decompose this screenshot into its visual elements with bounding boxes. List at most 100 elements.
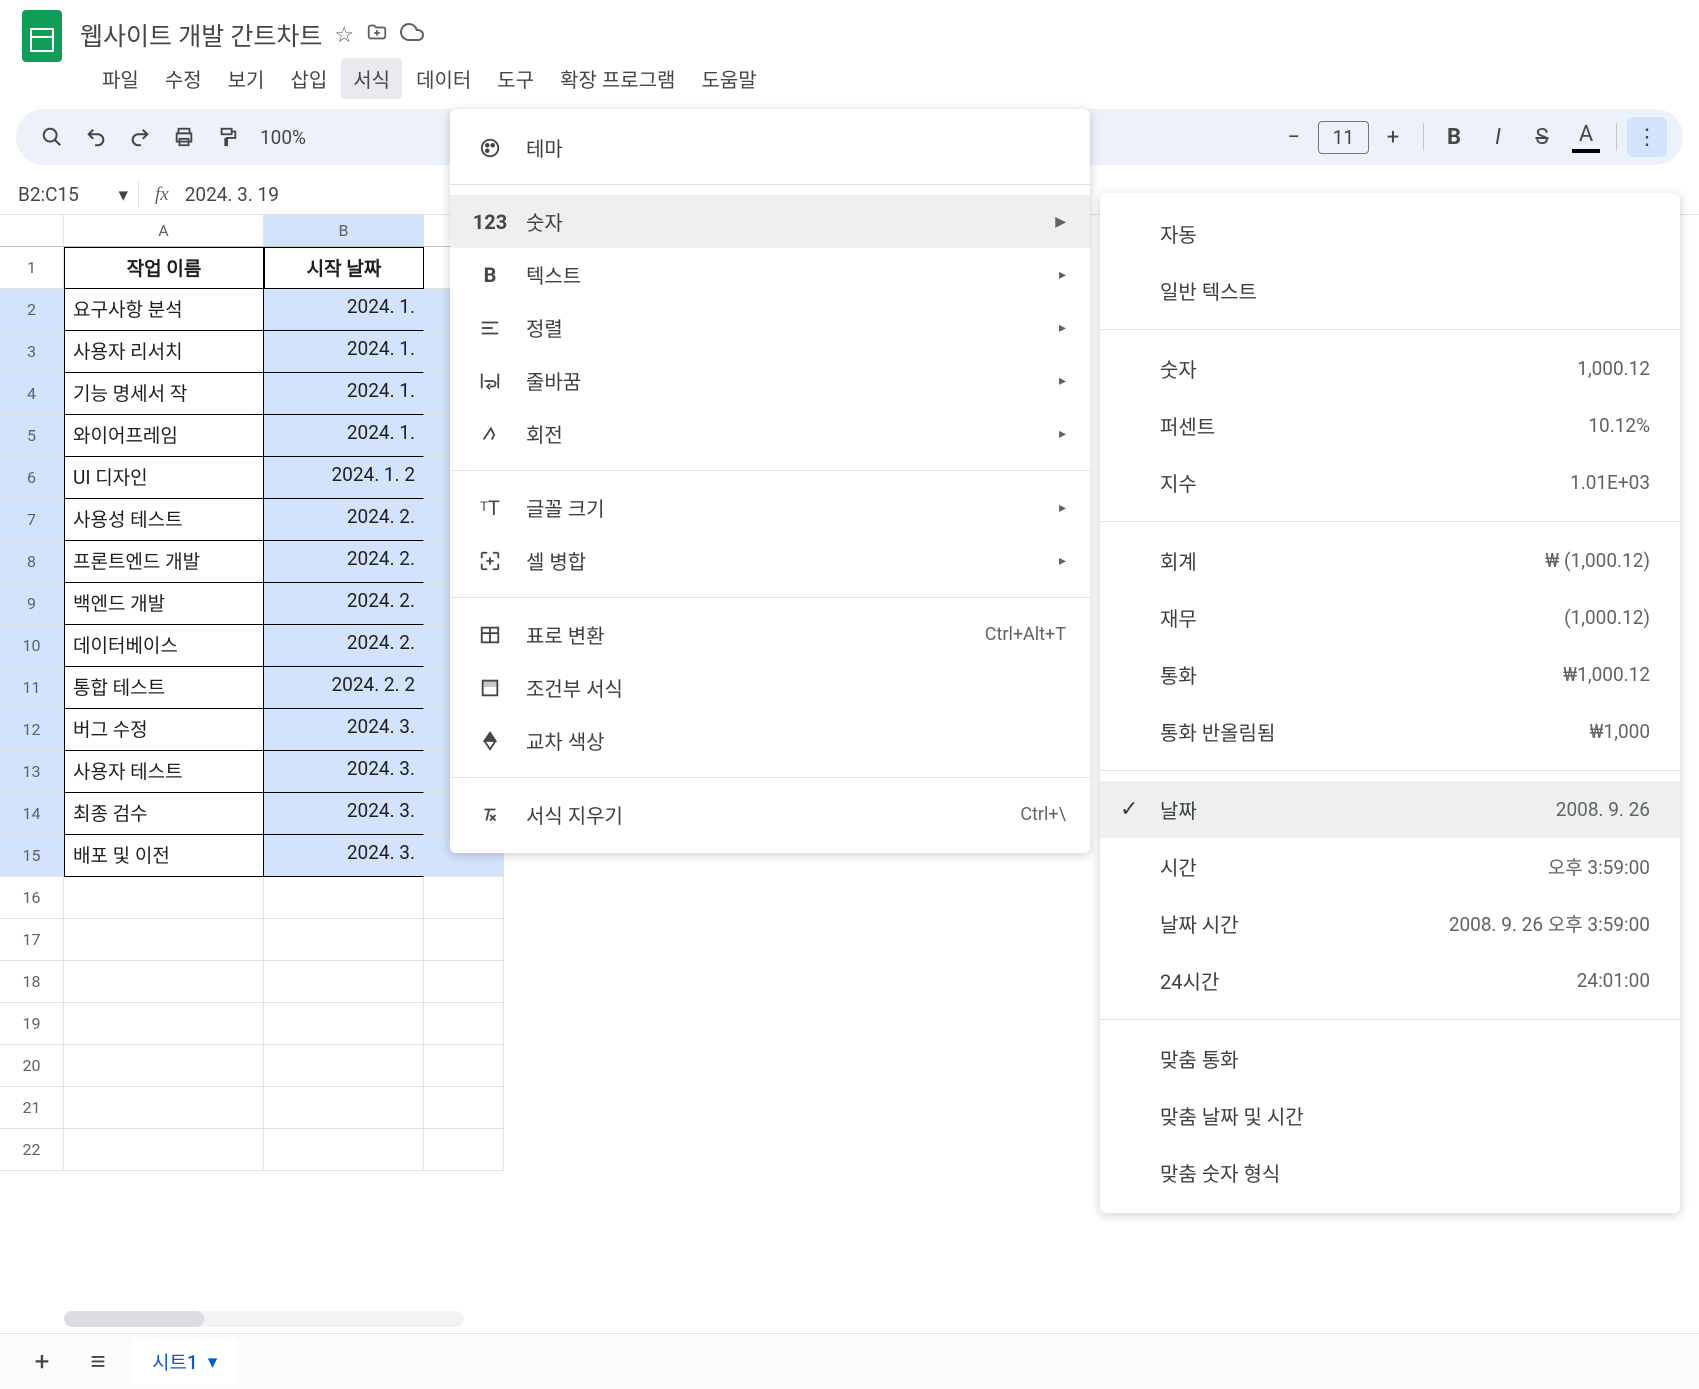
column-header-a[interactable]: A bbox=[64, 215, 264, 247]
row-header[interactable]: 2 bbox=[0, 289, 64, 331]
cell[interactable]: 2024. 3. bbox=[264, 751, 424, 793]
cell[interactable]: 버그 수정 bbox=[64, 709, 264, 751]
undo-icon[interactable] bbox=[76, 117, 116, 157]
format-clear[interactable]: 서식 지우기 Ctrl+\ bbox=[450, 788, 1090, 841]
number-plain[interactable]: 일반 텍스트 bbox=[1100, 262, 1680, 319]
formula-input[interactable]: 2024. 3. 19 bbox=[185, 183, 279, 206]
cell[interactable]: 데이터베이스 bbox=[64, 625, 264, 667]
menu-edit[interactable]: 수정 bbox=[153, 58, 214, 99]
cell[interactable]: 2024. 2. 2 bbox=[264, 667, 424, 709]
row-header[interactable]: 10 bbox=[0, 625, 64, 667]
cell[interactable] bbox=[264, 877, 424, 919]
horizontal-scrollbar[interactable] bbox=[64, 1311, 464, 1327]
chevron-down-icon[interactable]: ▾ bbox=[208, 1350, 218, 1373]
menu-extensions[interactable]: 확장 프로그램 bbox=[548, 58, 687, 99]
format-conditional[interactable]: 조건부 서식 bbox=[450, 661, 1090, 714]
cell[interactable]: 작업 이름 bbox=[64, 247, 264, 289]
cloud-status-icon[interactable] bbox=[400, 20, 424, 50]
font-size-input[interactable]: 11 bbox=[1318, 121, 1369, 154]
cell[interactable] bbox=[64, 961, 264, 1003]
cell[interactable]: 2024. 1. bbox=[264, 289, 424, 331]
cell[interactable] bbox=[64, 1045, 264, 1087]
cell[interactable] bbox=[264, 1045, 424, 1087]
number-currency-rounded[interactable]: 통화 반올림됨₩1,000 bbox=[1100, 703, 1680, 760]
cell[interactable] bbox=[64, 1087, 264, 1129]
cell[interactable]: 요구사항 분석 bbox=[64, 289, 264, 331]
cell[interactable]: 2024. 2. bbox=[264, 583, 424, 625]
number-currency[interactable]: 통화₩1,000.12 bbox=[1100, 646, 1680, 703]
number-custom-currency[interactable]: 맞춤 통화 bbox=[1100, 1030, 1680, 1087]
cell[interactable]: 최종 검수 bbox=[64, 793, 264, 835]
row-header[interactable]: 6 bbox=[0, 457, 64, 499]
row-header[interactable]: 22 bbox=[0, 1129, 64, 1171]
format-text[interactable]: B 텍스트 ▸ bbox=[450, 248, 1090, 301]
cell[interactable]: 2024. 3. bbox=[264, 835, 424, 877]
cell[interactable] bbox=[424, 1129, 504, 1171]
format-theme[interactable]: 테마 bbox=[450, 121, 1090, 174]
document-title[interactable]: 웹사이트 개발 간트차트 bbox=[80, 17, 322, 53]
row-header[interactable]: 21 bbox=[0, 1087, 64, 1129]
row-header[interactable]: 16 bbox=[0, 877, 64, 919]
row-header[interactable]: 1 bbox=[0, 247, 64, 289]
text-color-icon[interactable]: A bbox=[1566, 117, 1606, 157]
row-header[interactable]: 8 bbox=[0, 541, 64, 583]
name-box[interactable]: B2:C15 ▾ bbox=[8, 179, 138, 210]
menu-data[interactable]: 데이터 bbox=[404, 58, 483, 99]
row-header[interactable]: 7 bbox=[0, 499, 64, 541]
cell[interactable]: 사용자 리서치 bbox=[64, 331, 264, 373]
number-date[interactable]: ✓날짜2008. 9. 26 bbox=[1100, 781, 1680, 838]
number-datetime[interactable]: 날짜 시간2008. 9. 26 오후 3:59:00 bbox=[1100, 895, 1680, 952]
cell[interactable]: 2024. 1. bbox=[264, 415, 424, 457]
cell[interactable] bbox=[64, 1003, 264, 1045]
cell[interactable] bbox=[424, 877, 504, 919]
cell[interactable]: 배포 및 이전 bbox=[64, 835, 264, 877]
cell[interactable] bbox=[264, 1087, 424, 1129]
cell[interactable]: 2024. 3. bbox=[264, 709, 424, 751]
paint-format-icon[interactable] bbox=[208, 117, 248, 157]
row-header[interactable]: 15 bbox=[0, 835, 64, 877]
cell[interactable]: 사용성 테스트 bbox=[64, 499, 264, 541]
menu-file[interactable]: 파일 bbox=[90, 58, 151, 99]
cell[interactable]: 프론트엔드 개발 bbox=[64, 541, 264, 583]
row-header[interactable]: 13 bbox=[0, 751, 64, 793]
number-custom-number[interactable]: 맞춤 숫자 형식 bbox=[1100, 1144, 1680, 1201]
row-header[interactable]: 3 bbox=[0, 331, 64, 373]
app-logo[interactable] bbox=[16, 10, 68, 62]
cell[interactable]: 백엔드 개발 bbox=[64, 583, 264, 625]
row-header[interactable]: 4 bbox=[0, 373, 64, 415]
menu-help[interactable]: 도움말 bbox=[689, 58, 768, 99]
format-table[interactable]: 표로 변환 Ctrl+Alt+T bbox=[450, 608, 1090, 661]
cell[interactable]: 2024. 2. bbox=[264, 625, 424, 667]
number-scientific[interactable]: 지수1.01E+03 bbox=[1100, 454, 1680, 511]
format-merge[interactable]: 셀 병합 ▸ bbox=[450, 534, 1090, 587]
row-header[interactable]: 20 bbox=[0, 1045, 64, 1087]
number-time[interactable]: 시간오후 3:59:00 bbox=[1100, 838, 1680, 895]
format-wrapping[interactable]: 줄바꿈 ▸ bbox=[450, 354, 1090, 407]
row-header[interactable]: 14 bbox=[0, 793, 64, 835]
cell[interactable] bbox=[64, 919, 264, 961]
cell[interactable]: 와이어프레임 bbox=[64, 415, 264, 457]
cell[interactable]: 2024. 1. bbox=[264, 373, 424, 415]
scrollbar-thumb[interactable] bbox=[64, 1311, 204, 1327]
cell[interactable]: 기능 명세서 작 bbox=[64, 373, 264, 415]
more-icon[interactable]: ⋮ bbox=[1627, 117, 1667, 157]
cell[interactable] bbox=[264, 1129, 424, 1171]
strikethrough-icon[interactable]: S bbox=[1522, 117, 1562, 157]
cell[interactable] bbox=[424, 1003, 504, 1045]
cell[interactable] bbox=[424, 919, 504, 961]
row-header[interactable]: 12 bbox=[0, 709, 64, 751]
move-icon[interactable] bbox=[366, 21, 388, 49]
search-icon[interactable] bbox=[32, 117, 72, 157]
number-custom-datetime[interactable]: 맞춤 날짜 및 시간 bbox=[1100, 1087, 1680, 1144]
cell[interactable]: 2024. 3. bbox=[264, 793, 424, 835]
cell[interactable]: 2024. 2. bbox=[264, 541, 424, 583]
menu-format[interactable]: 서식 bbox=[341, 58, 402, 99]
star-icon[interactable]: ☆ bbox=[334, 23, 354, 48]
number-percent[interactable]: 퍼센트10.12% bbox=[1100, 397, 1680, 454]
zoom-level[interactable]: 100% bbox=[252, 126, 314, 149]
format-number[interactable]: 123 숫자 ▶ bbox=[450, 195, 1090, 248]
cell[interactable] bbox=[64, 877, 264, 919]
format-font-size[interactable]: TT 글꼴 크기 ▸ bbox=[450, 481, 1090, 534]
format-alternating[interactable]: 교차 색상 bbox=[450, 714, 1090, 767]
format-rotation[interactable]: 회전 ▸ bbox=[450, 407, 1090, 460]
